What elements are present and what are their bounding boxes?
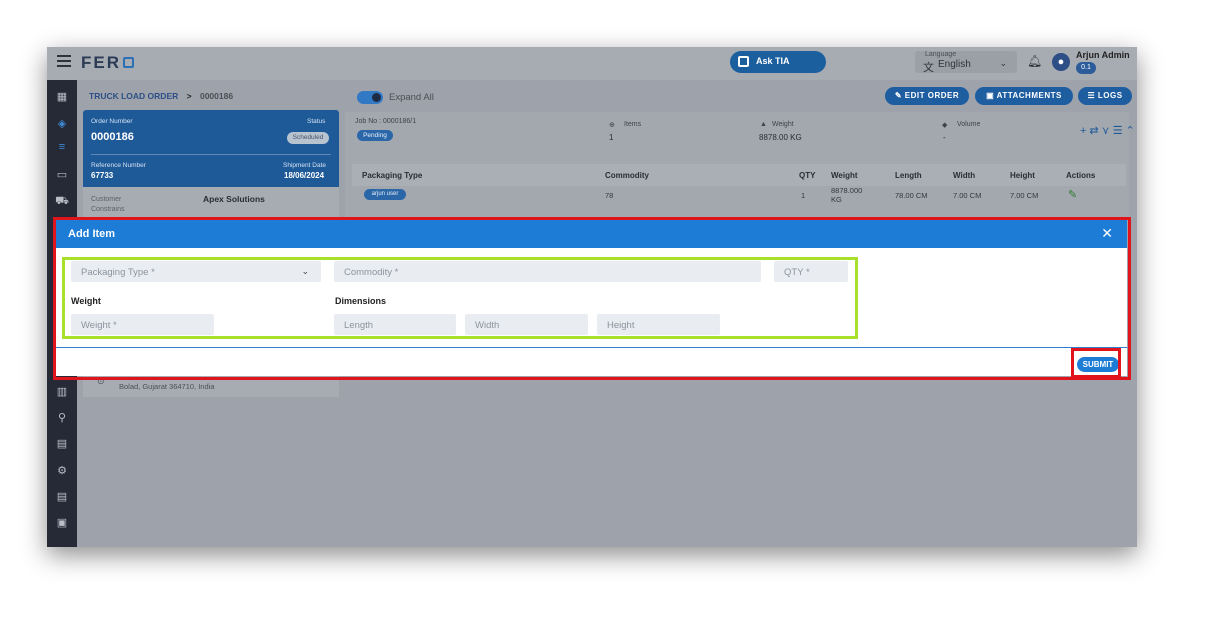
document-icon[interactable]: ▤ [55,490,69,504]
delivery-icon[interactable]: ⛟ [55,194,69,208]
list-icon[interactable]: ≡ [55,140,69,154]
items-table-header: Packaging Type Commodity QTY Weight Leng… [352,164,1126,186]
qty-cell: 1 [801,191,806,200]
divider [91,154,331,155]
settings-gear-icon[interactable]: ⚙ [55,464,69,478]
ask-tia-button[interactable]: Ask TIA [730,51,826,73]
column-header: Height [1010,171,1035,180]
volume-value: - [943,133,946,142]
warehouse-icon[interactable]: ▤ [55,437,69,451]
volume-label: Volume [957,121,981,128]
items-value: 1 [609,133,614,142]
packaging-type-chip: arjun user [364,189,406,200]
version-badge: 0.1 [1076,62,1096,74]
translate-icon: 文 [923,62,934,74]
constrains-label: Constrains [91,206,125,213]
column-header: Actions [1066,171,1096,180]
customer-label: Customer [91,196,122,203]
app-logo: FER [81,53,134,73]
job-tools-icons[interactable]: +⇄⋎☰⌃ [1080,124,1137,137]
breadcrumb-separator: > [186,91,192,101]
breadcrumb-order-id: 0000186 [199,91,234,101]
column-header: Length [895,171,922,180]
fields-highlight-box [62,257,858,339]
commodity-cell: 78 [605,191,614,200]
expand-all-toggle[interactable] [357,91,383,104]
column-header: Width [953,171,976,180]
building-icon[interactable]: ▥ [55,385,69,399]
edit-order-button[interactable]: ✎ EDIT ORDER [885,87,969,105]
column-header: QTY [799,171,816,180]
volume-icon: ◆ [942,122,948,129]
weight-icon: ▲ [760,121,767,128]
job-status-badge: Pending [357,130,393,141]
breadcrumb-section[interactable]: TRUCK LOAD ORDER [89,91,178,101]
table-row: arjun user 78 1 8878.000 KG 78.00 CM 7.0… [352,186,1126,208]
submit-highlight-box [1071,348,1121,378]
weight-value: 8878.00 KG [759,133,802,142]
route-icon[interactable]: ⚲ [55,411,69,425]
column-header: Packaging Type [362,171,423,180]
customer-value: Apex Solutions [203,194,265,204]
status-badge: Scheduled [287,132,329,144]
weight-cell: 8878.000 KG [831,186,863,204]
ai-chip-icon [738,56,749,67]
breadcrumb: TRUCK LOAD ORDER > 0000186 [89,91,233,101]
user-avatar-icon[interactable]: ● [1052,53,1070,71]
logs-button[interactable]: ☰ LOGS [1078,87,1132,105]
trash-icon[interactable]: ▣ [55,516,69,530]
weight-label: Weight [772,121,794,128]
language-value: English [938,59,971,70]
order-number-value: 0000186 [91,131,134,143]
width-cell: 7.00 CM [953,191,982,200]
attachments-button[interactable]: ▣ ATTACHMENTS [975,87,1073,105]
orders-icon[interactable]: ◈ [55,117,69,131]
shipment-date-value: 18/06/2024 [284,171,325,180]
status-label: Status [307,118,326,125]
notification-bell-icon[interactable]: 🔔︎ [1027,54,1042,68]
address-text: Bolad, Gujarat 364710, India [119,382,215,391]
items-label: Items [624,121,642,128]
expand-all-label: Expand All [389,92,434,103]
reference-number-label: Reference Number [91,162,146,169]
chevron-down-icon: ⌄ [999,58,1007,68]
language-caption: Language [925,51,957,58]
hamburger-menu-icon[interactable] [57,55,71,67]
order-number-label: Order Number [91,118,133,125]
language-select[interactable]: Language 文 English ⌄ [915,51,1017,74]
reference-number-value: 67733 [91,171,114,180]
column-header: Commodity [605,171,649,180]
truck-icon[interactable]: ▭ [55,168,69,182]
top-bar: FER Ask TIA Language 文 English ⌄ 🔔︎ ● Ar… [47,47,1137,80]
job-number-label: Job No : 0000186/1 [355,118,417,125]
shipment-date-label: Shipment Date [283,162,326,169]
user-name: Arjun Admin [1076,50,1130,60]
items-icon: ⊕ [609,122,615,129]
height-cell: 7.00 CM [1010,191,1039,200]
edit-pencil-icon[interactable]: ✎ [1068,188,1077,201]
length-cell: 78.00 CM [895,191,928,200]
dashboard-icon[interactable]: ▦ [55,90,69,104]
column-header: Weight [831,171,858,180]
